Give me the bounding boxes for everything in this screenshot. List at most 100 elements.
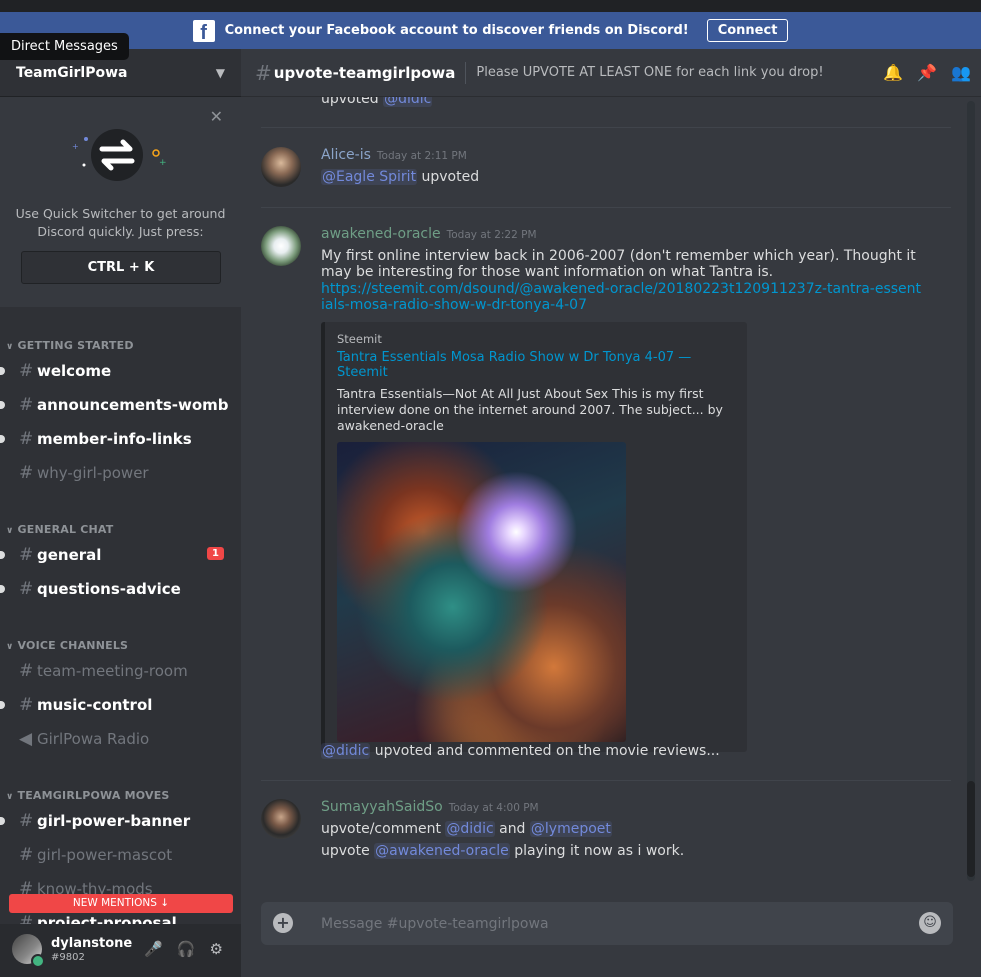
message-divider [261,127,951,128]
timestamp: Today at 4:00 PM [448,802,539,814]
channel-label: music-control [37,696,153,714]
category-label: GENERAL CHAT [17,523,114,536]
user-mention[interactable]: @awakened-oracle [374,843,510,859]
message-text: upvoted [421,169,480,185]
message-divider [261,780,951,781]
new-mentions-bar[interactable]: NEW MENTIONS ↓ [9,894,233,913]
quick-switcher-promo: ✕ + + Use Quick Switcher to get around D… [0,97,241,307]
link-embed: Steemit Tantra Essentials Mosa Radio Sho… [321,322,747,752]
embed-provider[interactable]: Steemit [337,332,735,346]
channel-label: general [37,546,102,564]
user-mention[interactable]: @Eagle Spirit [321,169,418,185]
message-header: awakened-oracle Today at 2:22 PM [321,226,537,242]
message-composer: + ☺ [261,902,953,945]
hash-icon: # [19,811,34,831]
message-text: upvoted and commented on the movie revie… [374,743,720,759]
facebook-banner-text: Connect your Facebook account to discove… [224,23,689,38]
message-header: SumayyahSaidSo Today at 4:00 PM [321,799,539,815]
embed-title[interactable]: Tantra Essentials Mosa Radio Show w Dr T… [337,350,735,380]
message-divider [261,207,951,208]
hash-icon: # [255,60,272,85]
message-body: upvote/comment @didic and @lymepoet [321,821,921,837]
user-mention[interactable]: @lymepoet [529,821,612,837]
author-name[interactable]: Alice-is [321,147,371,163]
category-getting-started[interactable]: ∨ GETTING STARTED [6,339,134,352]
category-teamgirlpowa-moves[interactable]: ∨ TEAMGIRLPOWA MOVES [6,789,170,802]
unread-indicator [0,701,5,709]
new-mentions-label: NEW MENTIONS [72,897,157,909]
close-icon[interactable]: ✕ [210,107,223,126]
scrollbar-thumb[interactable] [967,781,975,877]
channel-label: girl-power-banner [37,812,191,830]
channel-label: welcome [37,362,112,380]
author-name[interactable]: SumayyahSaidSo [321,799,443,815]
avatar[interactable] [261,147,301,187]
svg-text:+: + [159,158,167,168]
unread-indicator [0,435,5,443]
upload-plus-icon[interactable]: + [273,913,293,933]
members-icon[interactable]: 👥 [951,63,971,82]
chevron-down-icon[interactable]: ▼ [216,66,225,80]
arrow-down-icon: ↓ [160,897,170,909]
user-mention[interactable]: @didic [321,743,371,759]
message-body: upvote @awakened-oracle playing it now a… [321,843,921,859]
scrollbar-track[interactable] [967,101,975,881]
author-name[interactable]: awakened-oracle [321,226,441,242]
channel-title: upvote-teamgirlpowa [273,63,456,82]
user-mention[interactable]: @didic [383,97,433,107]
header-divider [465,61,467,84]
message-input[interactable] [319,912,893,936]
channel-label: GirlPowa Radio [37,730,150,748]
facebook-icon: f [192,19,215,42]
svg-text:+: + [72,142,79,151]
channel-label: announcements-womb [37,396,229,414]
user-mention[interactable]: @didic [445,821,495,837]
guild-name: TeamGirlPowa [16,64,128,81]
avatar[interactable] [261,799,301,839]
channel-why-girl-power[interactable]: # why-girl-power [19,461,234,485]
message-link-wrap: https://steemit.com/dsound/@awakened-ora… [321,281,921,313]
pin-icon[interactable]: 📌 [917,63,937,82]
channel-team-meeting-room[interactable]: # team-meeting-room [19,659,234,683]
channel-label: girl-power-mascot [37,846,173,864]
embed-description: Tantra Essentials—Not At All Just About … [337,386,723,433]
speaker-icon: ◀ [19,729,33,749]
message-body: @didic upvoted and commented on the movi… [321,743,921,759]
username: dylanstone [51,936,133,951]
online-status-icon [31,954,45,968]
channel-girl-power-banner[interactable]: # girl-power-banner [0,809,234,833]
channel-questions-advice[interactable]: # questions-advice [0,577,234,601]
channel-girlpowa-radio[interactable]: ◀ GirlPowa Radio [19,727,234,751]
category-general-chat[interactable]: ∨ GENERAL CHAT [6,523,113,536]
gear-icon[interactable]: ⚙ [210,940,223,958]
unread-indicator [0,585,5,593]
facebook-connect-button[interactable]: Connect [706,19,789,42]
category-label: GETTING STARTED [17,339,134,352]
unread-indicator [0,401,5,409]
category-voice-channels[interactable]: ∨ VOICE CHANNELS [6,639,128,652]
message-text: upvote [321,843,370,859]
chat-area: # upvote-teamgirlpowa Please UPVOTE AT L… [241,49,981,977]
bell-icon[interactable]: 🔔 [883,63,903,82]
hash-icon: # [19,429,34,449]
channel-music-control[interactable]: # music-control [0,693,234,717]
hash-icon: # [19,695,34,715]
channel-member-info-links[interactable]: # member-info-links [0,427,234,451]
channel-girl-power-mascot[interactable]: # girl-power-mascot [19,843,234,867]
hash-icon: # [19,545,34,565]
channel-announcements-womb[interactable]: # announcements-womb [0,393,234,417]
microphone-icon[interactable]: 🎤 [144,940,163,958]
quick-switcher-shortcut[interactable]: CTRL + K [21,251,221,284]
headphones-icon[interactable]: 🎧 [177,940,196,958]
channel-welcome[interactable]: # welcome [0,359,234,383]
embed-image[interactable] [337,442,626,742]
message-text: and [499,821,526,837]
message-link[interactable]: https://steemit.com/dsound/@awakened-ora… [321,281,921,313]
emoji-icon[interactable]: ☺ [919,912,941,934]
message-body: My first online interview back in 2006-2… [321,248,916,280]
message-header: Alice-is Today at 2:11 PM [321,147,467,163]
user-panel: dylanstone #9802 🎤 🎧 ⚙ [0,924,241,977]
avatar[interactable] [261,226,301,266]
channel-label: questions-advice [37,580,181,598]
channel-general[interactable]: # general 1 [0,543,234,567]
